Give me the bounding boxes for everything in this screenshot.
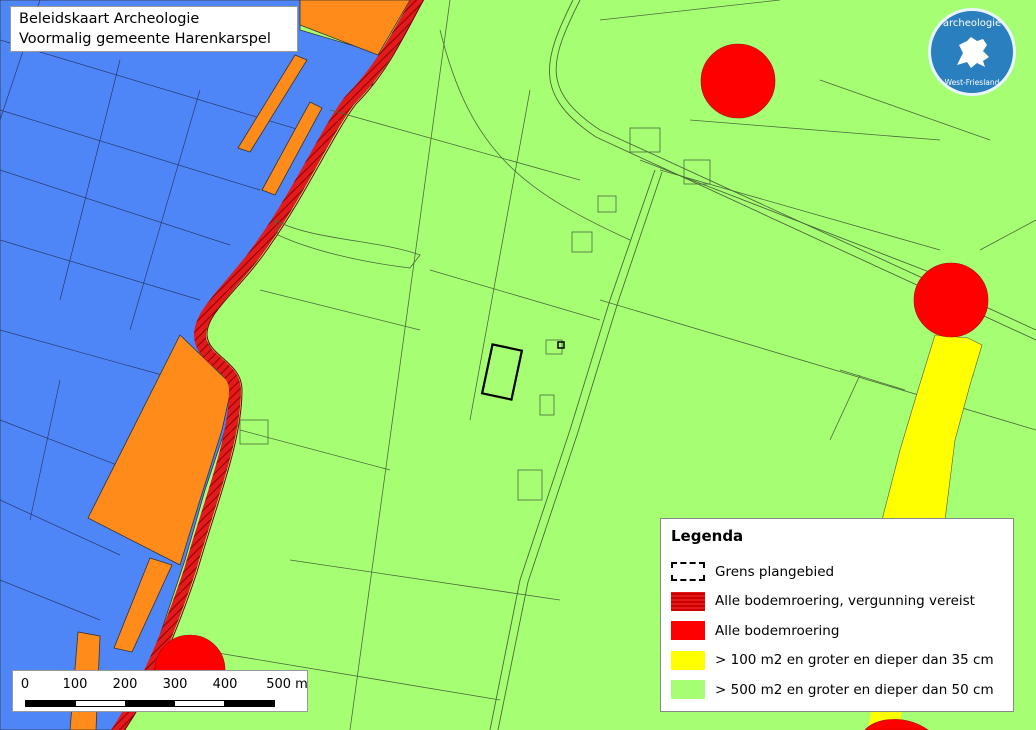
legend-item-red: Alle bodemroering <box>671 616 1003 646</box>
legend-item-hatched: Alle bodemroering, vergunning vereist <box>671 587 1003 617</box>
legend-swatch-green <box>671 680 705 700</box>
scale-tick-label: 400 <box>212 677 238 692</box>
logo-top-text: archeologie <box>942 18 1002 29</box>
logo-bottom-text: West-Friesland <box>944 78 1000 87</box>
legend-label: > 500 m2 en groter en dieper dan 50 cm <box>715 681 994 698</box>
scale-segment <box>75 701 126 706</box>
scale-segment <box>125 701 175 706</box>
scale-track <box>25 700 275 707</box>
title-line-2: Voormalig gemeente Harenkarspel <box>19 31 271 47</box>
legend-item-yellow: > 100 m2 en groter en dieper dan 35 cm <box>671 646 1003 676</box>
archeologie-west-friesland-logo: archeologie West-Friesland <box>928 8 1016 96</box>
scale-segment <box>174 701 225 706</box>
scale-tick-label: 500 m <box>266 677 308 692</box>
legend-label: Alle bodemroering, vergunning vereist <box>715 593 975 610</box>
map-title: Beleidskaart Archeologie Voormalig gemee… <box>10 6 298 52</box>
legend-swatch-red <box>671 621 705 641</box>
scale-tick-label: 100 <box>62 677 88 692</box>
legend-swatch-hatched <box>671 591 705 611</box>
legend-item-plan-boundary: Grens plangebied <box>671 557 1003 587</box>
legend-item-green: > 500 m2 en groter en dieper dan 50 cm <box>671 675 1003 705</box>
legend-swatch-yellow <box>671 650 705 670</box>
scale-tick-label: 300 <box>162 677 188 692</box>
legend-title: Legenda <box>671 527 744 545</box>
scale-bar: 0 100 200 300 400 500 m <box>12 670 308 712</box>
title-line-1: Beleidskaart Archeologie <box>19 11 200 27</box>
legend-swatch-dashed <box>671 562 705 582</box>
scale-segment <box>26 701 76 706</box>
lion-emblem-icon <box>957 37 989 68</box>
legend-label: Alle bodemroering <box>715 622 840 639</box>
legend-label: Grens plangebied <box>715 563 835 580</box>
legend-label: > 100 m2 en groter en dieper dan 35 cm <box>715 652 994 669</box>
scale-tick-label: 0 <box>20 677 30 692</box>
scale-tick-label: 200 <box>112 677 138 692</box>
legend-panel: Legenda Grens plangebied Alle bodemroeri… <box>660 518 1014 712</box>
scale-segment <box>224 701 274 706</box>
